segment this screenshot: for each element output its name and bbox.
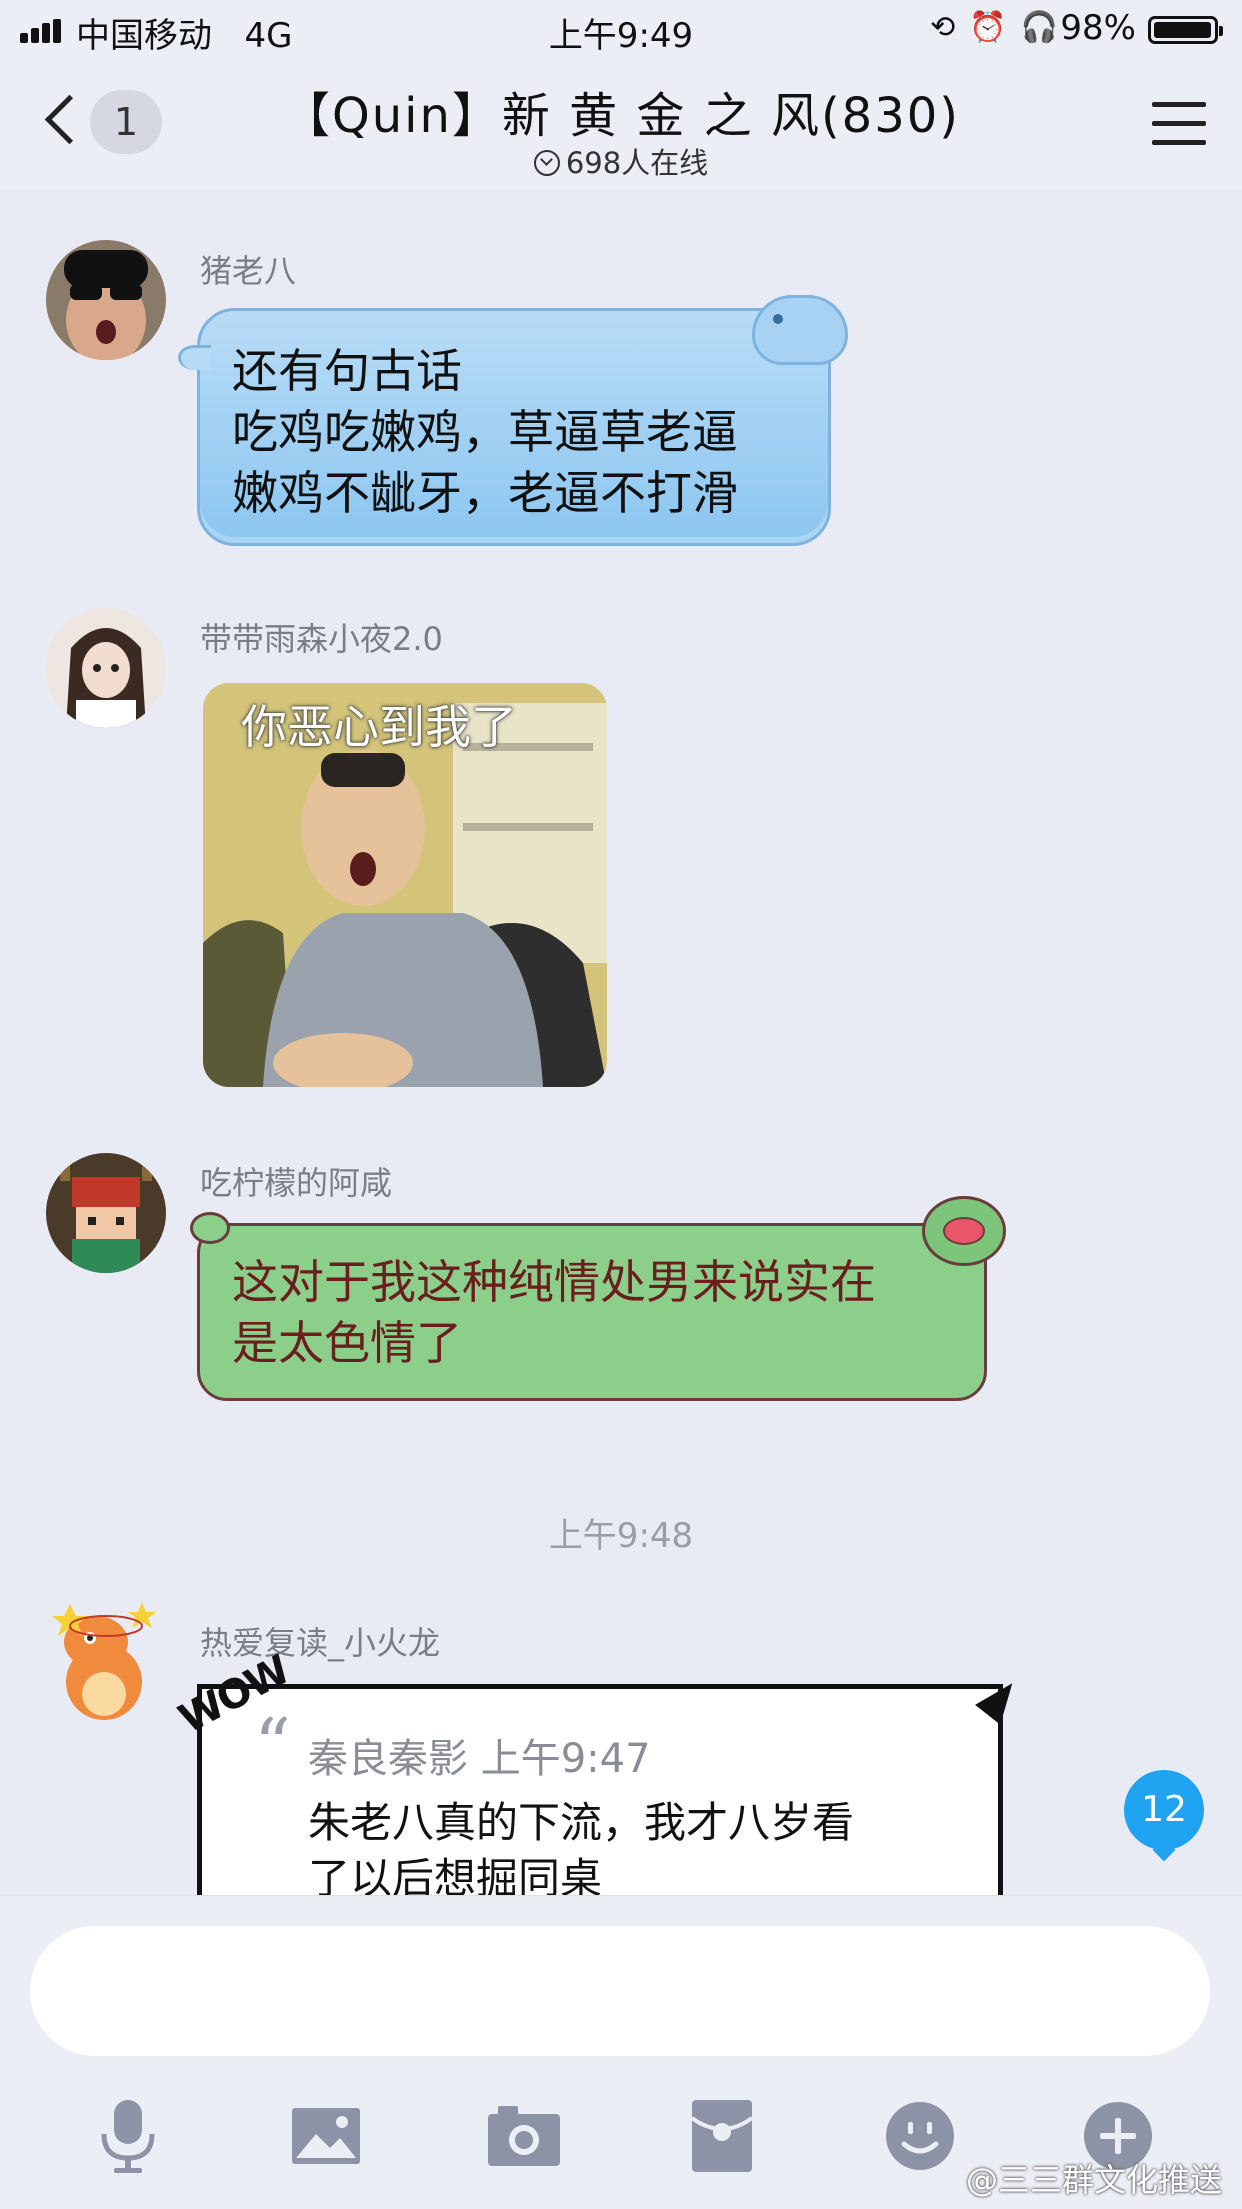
battery-icon (1148, 16, 1223, 44)
message-line: 嫩鸡不龇牙，老逼不打滑 (232, 466, 738, 520)
camera-icon[interactable] (484, 2096, 564, 2176)
sender-name: 带带雨森小夜2.0 (200, 620, 443, 658)
bubble-corner-decoration (190, 1212, 230, 1244)
chat-header: 1 【Quin】新 黄 金 之 风(830) 698人在线 (0, 60, 1242, 191)
microphone-icon[interactable] (88, 2096, 168, 2176)
online-count[interactable]: 698人在线 (0, 140, 1242, 182)
message-line: 是太色情了 (232, 1316, 462, 1370)
status-icons: ⟲⏰🎧 (930, 10, 1072, 45)
battery-fill (1154, 22, 1211, 38)
image-icon[interactable] (286, 2096, 366, 2176)
new-messages-badge[interactable]: 12 (1124, 1770, 1204, 1850)
image-message[interactable]: 你恶心到我了 (203, 683, 607, 1087)
sender-name: 猪老八 (200, 252, 297, 290)
online-count-label: 698人在线 (565, 146, 709, 180)
input-area: @三三群文化推送 (0, 1895, 1242, 2209)
quote-header[interactable]: 秦良秦影 上午9:47 (308, 1729, 651, 1790)
quote-icon: “ (254, 1703, 291, 1787)
battery-percent: 98% (1060, 8, 1136, 48)
text-message-bubble[interactable]: 这对于我这种纯情处男来说实在 是太色情了 (190, 1196, 1006, 1401)
quote-reply-bubble[interactable]: WOW “ 秦良秦影 上午9:47 朱老八真的下流，我才八岁看 了以后想掘同桌 (172, 1647, 1025, 1924)
avatar[interactable] (46, 608, 166, 728)
comic-spike-decoration (975, 1673, 1025, 1725)
hippo-decoration-icon (752, 295, 848, 365)
avatar[interactable] (34, 1586, 174, 1726)
message-line: 还有句古话 (232, 344, 462, 398)
time-divider: 上午9:48 (548, 1516, 694, 1556)
rotation-lock-icon: ⟲ (930, 10, 970, 45)
menu-icon[interactable] (1152, 102, 1206, 146)
group-title[interactable]: 【Quin】新 黄 金 之 风(830) (0, 76, 1242, 146)
avatar[interactable] (46, 1153, 166, 1273)
message-line: 吃鸡吃嫩鸡，草逼草老逼 (232, 405, 738, 459)
image-caption: 你恶心到我了 (241, 700, 517, 754)
red-packet-icon[interactable] (682, 2096, 762, 2176)
sender-name: 吃柠檬的阿咸 (200, 1164, 393, 1202)
sender-name: 热爱复读_小火龙 (200, 1624, 441, 1662)
chevron-down-icon (533, 150, 560, 176)
alarm-icon: ⏰ (969, 10, 1021, 45)
status-bar: 中国移动 4G 上午9:49 ⟲⏰🎧 98% (0, 0, 1242, 60)
avatar[interactable] (46, 240, 166, 360)
bubble-tail (178, 345, 211, 370)
message-input[interactable] (30, 1926, 1210, 2056)
text-message-bubble[interactable]: 还有句古话 吃鸡吃嫩鸡，草逼草老逼 嫩鸡不龇牙，老逼不打滑 (178, 295, 848, 546)
watermark: @三三群文化推送 (965, 2161, 1222, 2199)
quote-body: 朱老八真的下流，我才八岁看 了以后想掘同桌 (308, 1795, 928, 1907)
emoji-icon[interactable] (880, 2096, 960, 2176)
message-line: 这对于我这种纯情处男来说实在 (232, 1255, 876, 1309)
monster-decoration-icon (922, 1196, 1006, 1266)
message-line: 朱老八真的下流，我才八岁看 (308, 1798, 855, 1847)
